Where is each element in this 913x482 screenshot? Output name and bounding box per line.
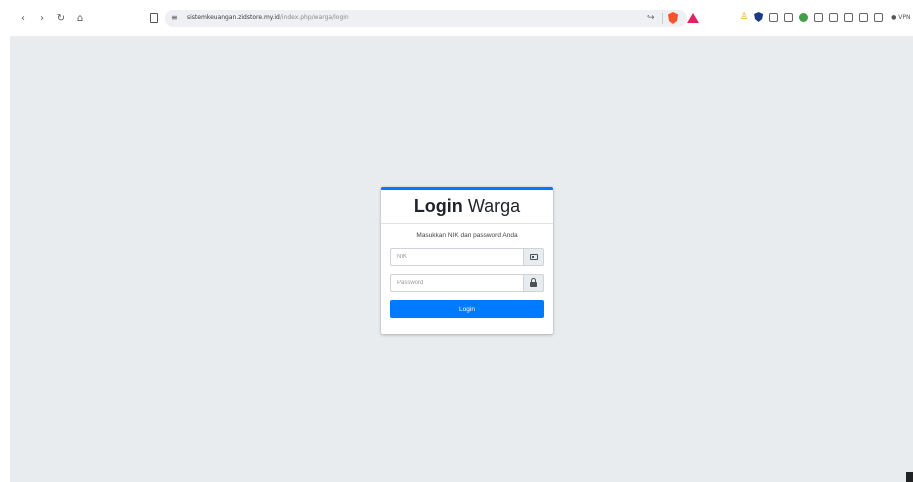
page-title: Login Warga xyxy=(414,196,520,217)
nik-addon xyxy=(523,248,544,266)
title-light: Warga xyxy=(467,196,521,216)
card-body: Masukkan NIK dan password Anda Login xyxy=(381,224,553,318)
url-path: /index.php/warga/login xyxy=(279,14,349,21)
sidebar-icon[interactable] xyxy=(844,12,854,22)
share-icon[interactable]: ↪ xyxy=(647,13,655,23)
brave-shields-icon[interactable] xyxy=(668,12,678,24)
extensions-bar: ♙ ● VPN xyxy=(740,12,910,22)
browser-nav: ‹ › ↻ ⌂ xyxy=(18,14,85,24)
lock-icon xyxy=(530,278,537,287)
extension-mail-icon[interactable] xyxy=(784,12,794,22)
brave-rewards-icon[interactable] xyxy=(687,13,699,23)
extension-leaf-icon[interactable] xyxy=(799,12,809,22)
vpn-button[interactable]: ● VPN xyxy=(891,14,910,21)
card-header: Login Warga xyxy=(381,190,553,224)
password-group xyxy=(390,274,544,292)
nik-input[interactable] xyxy=(390,248,523,266)
address-divider xyxy=(662,13,663,24)
wallet-icon[interactable] xyxy=(859,12,869,22)
reload-icon[interactable]: ↻ xyxy=(56,14,66,24)
address-bar[interactable]: ≡ sistemkeuangan.zidstore.my.id/index.ph… xyxy=(165,10,699,27)
extension-puzzle-icon[interactable] xyxy=(769,12,779,22)
login-message: Masukkan NIK dan password Anda xyxy=(416,232,518,239)
vpn-label: VPN xyxy=(898,13,911,21)
title-bold: Login xyxy=(413,196,463,216)
id-card-icon xyxy=(529,254,538,260)
corner-mark xyxy=(906,472,913,482)
password-addon xyxy=(523,274,544,292)
login-button[interactable]: Login xyxy=(390,300,544,318)
password-input[interactable] xyxy=(390,274,523,292)
browser-toolbar: ‹ › ↻ ⌂ ≡ sistemkeuangan.zidstore.my.id/… xyxy=(0,0,913,36)
nik-group xyxy=(390,248,544,266)
bookmark-icon[interactable] xyxy=(150,13,158,23)
home-icon[interactable]: ⌂ xyxy=(75,14,85,24)
back-icon[interactable]: ‹ xyxy=(18,14,28,24)
page-background: Login Warga Masukkan NIK dan password An… xyxy=(10,36,913,482)
left-margin xyxy=(0,36,10,482)
url-text[interactable]: sistemkeuangan.zidstore.my.id/index.php/… xyxy=(187,14,349,21)
extension-sync-icon[interactable] xyxy=(829,12,839,22)
extension-box-icon[interactable] xyxy=(814,12,824,22)
extension-person-icon[interactable]: ♙ xyxy=(740,12,748,22)
site-settings-icon[interactable]: ≡ xyxy=(171,13,178,22)
url-host: sistemkeuangan.zidstore.my.id xyxy=(187,14,280,21)
extension-shield-icon[interactable] xyxy=(754,12,764,22)
login-card: Login Warga Masukkan NIK dan password An… xyxy=(381,187,553,334)
forward-icon[interactable]: › xyxy=(37,14,47,24)
extension-layers-icon[interactable] xyxy=(874,12,884,22)
